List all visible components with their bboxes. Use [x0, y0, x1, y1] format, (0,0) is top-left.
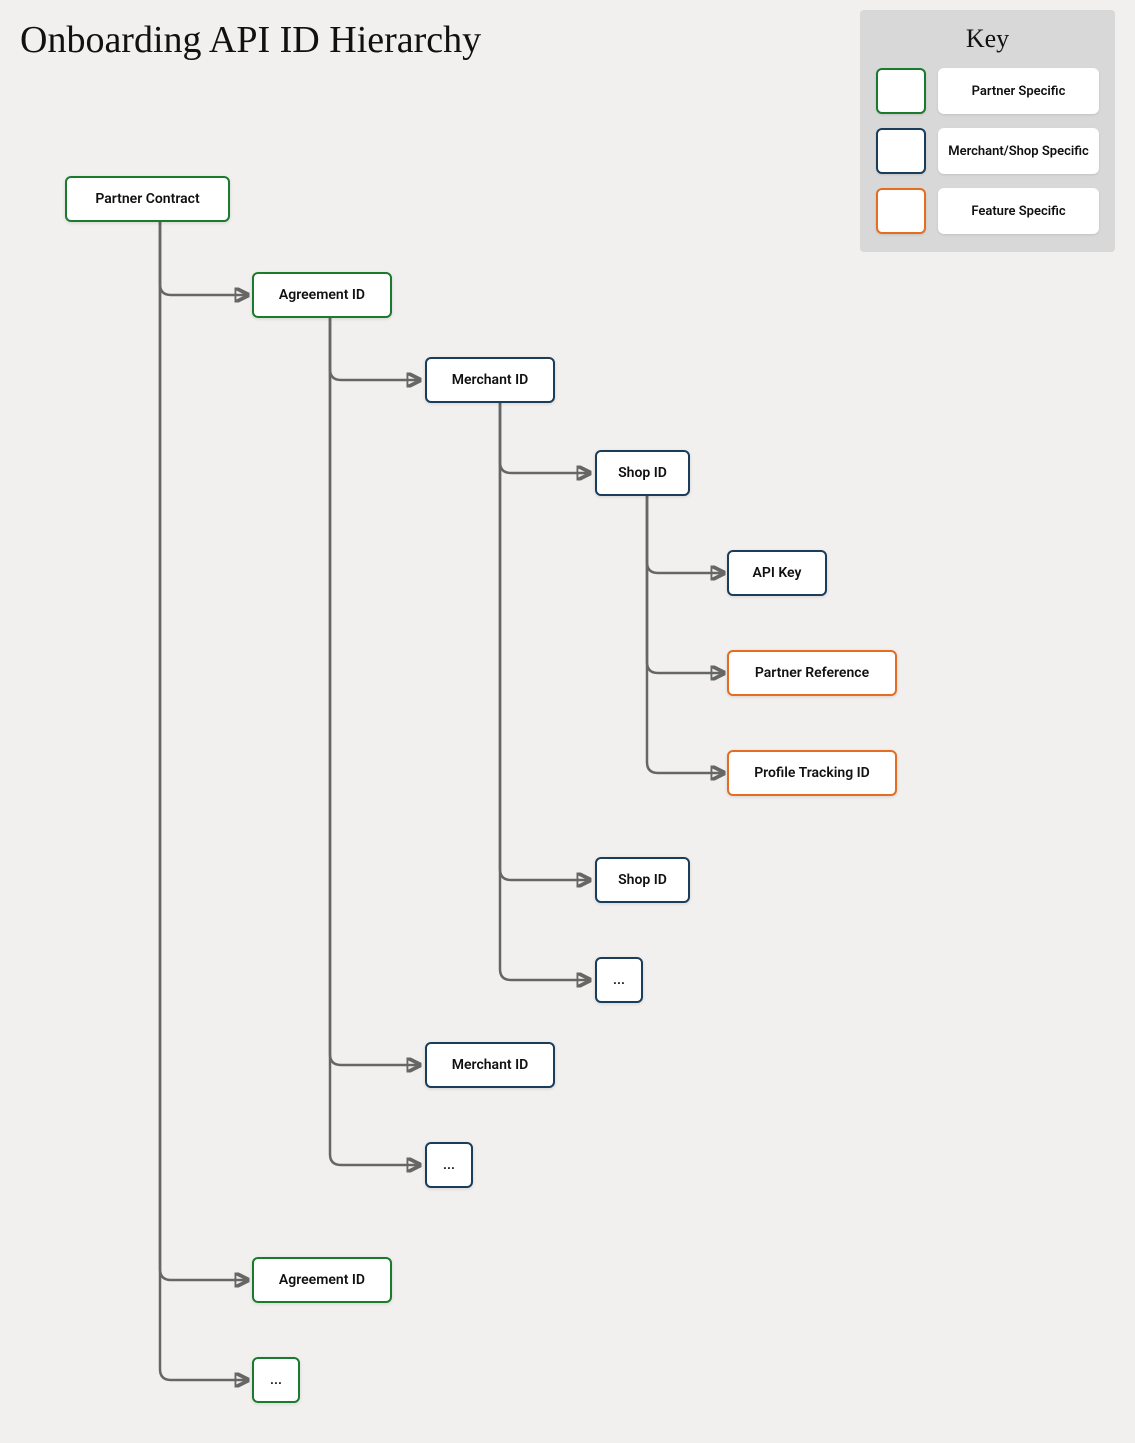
node-shop-id-1: Shop ID: [595, 450, 690, 496]
node-merchant-more: ...: [425, 1142, 473, 1188]
node-merchant-id-2: Merchant ID: [425, 1042, 555, 1088]
node-shop-id-2: Shop ID: [595, 857, 690, 903]
node-agreement-id-2: Agreement ID: [252, 1257, 392, 1303]
legend-box: Key Partner Specific Merchant/Shop Speci…: [860, 10, 1115, 252]
legend-label-feature: Feature Specific: [938, 188, 1099, 234]
node-agreement-more: ...: [252, 1357, 300, 1403]
diagram-title: Onboarding API ID Hierarchy: [20, 18, 481, 62]
legend-title: Key: [876, 24, 1099, 54]
node-profile-tracking: Profile Tracking ID: [727, 750, 897, 796]
legend-swatch-merchant: [876, 128, 926, 174]
node-partner-reference: Partner Reference: [727, 650, 897, 696]
legend-label-merchant: Merchant/Shop Specific: [938, 128, 1099, 174]
node-agreement-id-1: Agreement ID: [252, 272, 392, 318]
legend-row-feature: Feature Specific: [876, 188, 1099, 234]
legend-swatch-feature: [876, 188, 926, 234]
node-partner-contract: Partner Contract: [65, 176, 230, 222]
legend-row-merchant: Merchant/Shop Specific: [876, 128, 1099, 174]
node-api-key: API Key: [727, 550, 827, 596]
node-merchant-id-1: Merchant ID: [425, 357, 555, 403]
legend-label-partner: Partner Specific: [938, 68, 1099, 114]
legend-row-partner: Partner Specific: [876, 68, 1099, 114]
legend-swatch-partner: [876, 68, 926, 114]
node-shop-more: ...: [595, 957, 643, 1003]
diagram-canvas: Onboarding API ID Hierarchy Key Partner …: [0, 0, 1135, 1443]
